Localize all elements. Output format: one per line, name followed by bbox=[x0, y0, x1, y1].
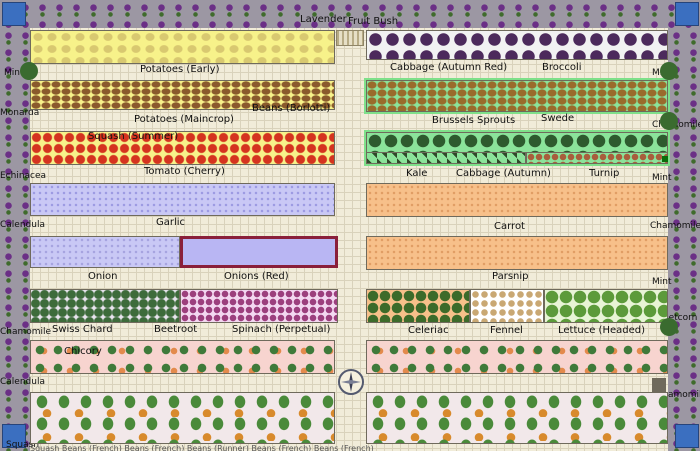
chamomile-plant-icon[interactable] bbox=[652, 378, 666, 392]
selection-handle-icon[interactable] bbox=[662, 156, 668, 162]
bed-celeriac[interactable] bbox=[366, 289, 470, 323]
bed-spinach-perpetual[interactable] bbox=[180, 289, 338, 323]
bed-lettuce-headed[interactable] bbox=[544, 289, 668, 323]
bed-onion[interactable] bbox=[30, 236, 180, 268]
corner-top-left-icon[interactable] bbox=[2, 2, 26, 26]
sweetcorn-plant-icon[interactable] bbox=[660, 318, 678, 336]
right-label-mint-3: Mint bbox=[652, 277, 672, 287]
label-swede: Swede bbox=[541, 113, 575, 124]
label-lavender: Lavender bbox=[300, 14, 347, 25]
label-celeriac: Celeriac bbox=[408, 325, 449, 336]
label-brussels-sprouts: Brussels Sprouts bbox=[432, 115, 516, 126]
label-bottom-row: Squash Beans (French) Beans (French) Bea… bbox=[30, 444, 374, 451]
label-parsnip: Parsnip bbox=[492, 271, 529, 282]
bed-turnip[interactable] bbox=[526, 152, 668, 164]
bed-kale[interactable] bbox=[366, 152, 526, 164]
bed-onions-red[interactable] bbox=[180, 236, 338, 268]
bed-potatoes-early[interactable] bbox=[30, 30, 335, 64]
label-cabbage-autumn-red: Cabbage (Autumn Red) bbox=[390, 62, 508, 73]
bed-carrot[interactable] bbox=[366, 183, 668, 217]
label-onion: Onion bbox=[88, 271, 118, 282]
label-potatoes-maincrop: Potatoes (Maincrop) bbox=[134, 114, 234, 125]
chamomile-plant-icon[interactable] bbox=[660, 112, 678, 130]
label-turnip: Turnip bbox=[589, 168, 620, 179]
bed-cabbage-autumn-red[interactable] bbox=[366, 30, 668, 60]
bed-beans-french-right[interactable] bbox=[366, 392, 668, 444]
compass-icon[interactable] bbox=[338, 369, 364, 395]
label-squash-summer: Squash (Summer) bbox=[88, 131, 179, 142]
bed-garlic[interactable] bbox=[30, 183, 335, 216]
right-label-chamomile-2: Chamomile bbox=[650, 221, 700, 231]
label-chicory: Chicory bbox=[64, 346, 102, 357]
label-potatoes-early: Potatoes (Early) bbox=[140, 64, 220, 75]
left-label-calendula: Calendula bbox=[0, 220, 45, 230]
border-right[interactable] bbox=[668, 28, 700, 451]
corner-bottom-right-icon[interactable] bbox=[675, 424, 699, 448]
label-swiss-chard: Swiss Chard bbox=[52, 324, 113, 335]
bed-chicory-right[interactable] bbox=[366, 340, 668, 374]
label-fruit-bush: Fruit Bush bbox=[348, 16, 399, 27]
garden-plan-canvas[interactable]: Lavender Fruit Bush Mint Monarda Echinac… bbox=[0, 0, 700, 451]
label-carrot: Carrot bbox=[494, 221, 525, 232]
corner-top-right-icon[interactable] bbox=[675, 2, 699, 26]
mint-plant-icon[interactable] bbox=[660, 62, 678, 80]
bed-swiss-chard[interactable] bbox=[30, 289, 180, 323]
bed-brussels-sprouts[interactable] bbox=[364, 78, 670, 114]
label-broccoli: Broccoli bbox=[542, 62, 582, 73]
label-fennel: Fennel bbox=[490, 325, 523, 336]
label-beetroot: Beetroot bbox=[154, 324, 198, 335]
left-label-calendula-2: Calendula bbox=[0, 377, 45, 387]
bed-fennel[interactable] bbox=[470, 289, 544, 323]
label-lettuce-headed: Lettuce (Headed) bbox=[558, 325, 646, 336]
label-beans-borlotti: Beans (Borlotti) bbox=[252, 103, 331, 114]
bed-beans-french-left[interactable] bbox=[30, 392, 335, 444]
label-cabbage-autumn: Cabbage (Autumn) bbox=[456, 168, 551, 179]
label-kale: Kale bbox=[406, 168, 428, 179]
label-garlic: Garlic bbox=[156, 217, 186, 228]
left-label-echinacea: Echinacea bbox=[0, 171, 47, 181]
label-spinach-perpetual: Spinach (Perpetual) bbox=[232, 324, 331, 335]
left-label-chamomile: Chamomile bbox=[0, 327, 52, 337]
label-tomato-cherry: Tomato (Cherry) bbox=[144, 166, 225, 177]
label-onions-red: Onions (Red) bbox=[224, 271, 289, 282]
gate-icon[interactable] bbox=[336, 30, 364, 46]
bed-tomato-cherry[interactable] bbox=[30, 131, 335, 165]
bed-parsnip[interactable] bbox=[366, 236, 668, 270]
mint-plant-icon[interactable] bbox=[20, 62, 38, 80]
